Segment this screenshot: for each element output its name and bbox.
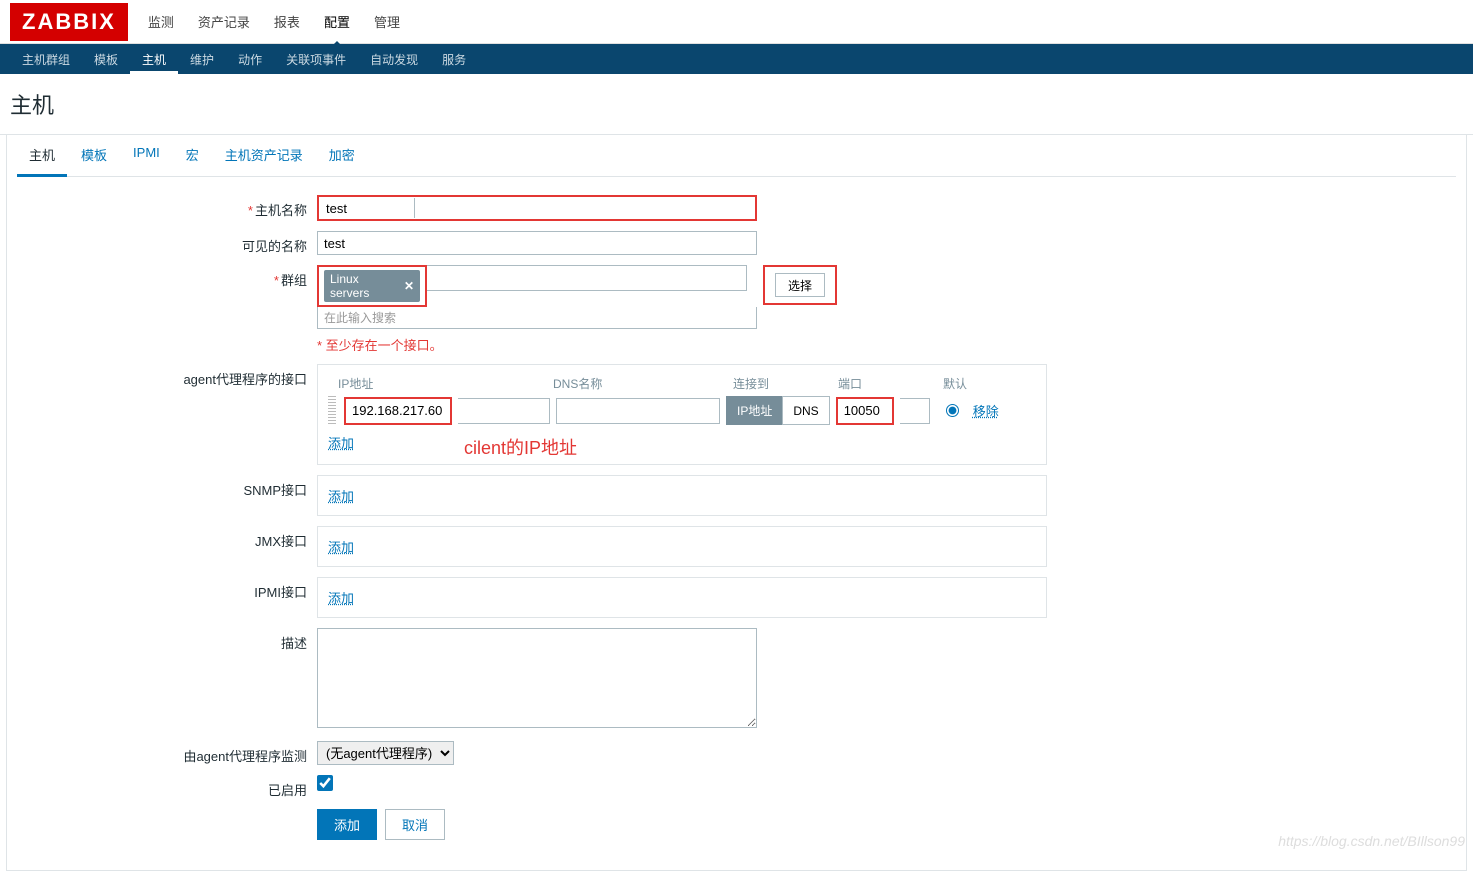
annotation-client-ip: cilent的IP地址: [464, 434, 577, 460]
topnav-configuration[interactable]: 配置: [314, 2, 360, 41]
subnav-services[interactable]: 服务: [430, 45, 478, 74]
drag-handle-icon[interactable]: [328, 396, 336, 425]
logo: ZABBIX: [10, 3, 128, 41]
topnav-inventory[interactable]: 资产记录: [188, 2, 260, 41]
agent-interface-section: IP地址 DNS名称 连接到 端口 默认 IP地址 DNS 移: [317, 364, 1047, 465]
submit-add-button[interactable]: 添加: [317, 809, 377, 840]
group-tag: Linux servers✕: [324, 270, 420, 302]
groups-search-hint[interactable]: 在此输入搜索: [317, 307, 757, 329]
cancel-button[interactable]: 取消: [385, 809, 445, 840]
watermark: https://blog.csdn.net/BIllson99: [1278, 833, 1465, 849]
page-title: 主机: [0, 74, 1473, 135]
tab-host[interactable]: 主机: [17, 135, 67, 177]
add-ipmi-interface-link[interactable]: 添加: [328, 588, 354, 607]
form-tabs: 主机 模板 IPMI 宏 主机资产记录 加密: [17, 135, 1456, 177]
port-input[interactable]: [838, 399, 892, 423]
ip-input-ext[interactable]: [458, 398, 550, 424]
sub-nav: 主机群组 模板 主机 维护 动作 关联项事件 自动发现 服务: [0, 44, 1473, 74]
label-ipmi-iface: IPMI接口: [17, 577, 317, 601]
label-snmp-iface: SNMP接口: [17, 475, 317, 499]
jmx-interface-section: 添加: [317, 526, 1047, 567]
default-interface-radio[interactable]: [946, 404, 959, 417]
header-conn: 连接到: [733, 375, 838, 392]
connect-dns-button[interactable]: DNS: [782, 396, 829, 425]
topnav-administration[interactable]: 管理: [364, 2, 410, 41]
add-jmx-interface-link[interactable]: 添加: [328, 537, 354, 556]
top-nav: ZABBIX 监测 资产记录 报表 配置 管理: [0, 0, 1473, 44]
header-dns: DNS名称: [553, 375, 733, 392]
label-proxy: 由agent代理程序监测: [17, 741, 317, 765]
subnav-discovery[interactable]: 自动发现: [358, 45, 430, 74]
label-jmx-iface: JMX接口: [17, 526, 317, 550]
port-input-ext[interactable]: [900, 398, 930, 424]
header-port: 端口: [838, 375, 943, 392]
header-default: 默认: [943, 375, 1003, 392]
subnav-actions[interactable]: 动作: [226, 45, 274, 74]
hostname-input-ext[interactable]: [414, 198, 754, 218]
header-ip: IP地址: [328, 375, 553, 392]
dns-input[interactable]: [556, 398, 720, 424]
proxy-select[interactable]: (无agent代理程序): [317, 741, 454, 765]
topnav-reports[interactable]: 报表: [264, 2, 310, 41]
subnav-templates[interactable]: 模板: [82, 45, 130, 74]
groups-tagbox[interactable]: Linux servers✕: [320, 268, 424, 304]
tab-macros[interactable]: 宏: [174, 135, 211, 176]
subnav-maintenance[interactable]: 维护: [178, 45, 226, 74]
subnav-hosts[interactable]: 主机: [130, 45, 178, 74]
select-groups-button[interactable]: 选择: [775, 273, 825, 297]
label-description: 描述: [17, 628, 317, 652]
visiblename-input[interactable]: [317, 231, 757, 255]
hostname-input[interactable]: [320, 198, 414, 218]
label-hostname: *主机名称: [17, 195, 317, 219]
connect-to-toggle: IP地址 DNS: [726, 396, 830, 425]
connect-ip-button[interactable]: IP地址: [726, 396, 782, 425]
add-agent-interface-link[interactable]: 添加: [328, 433, 354, 452]
tab-templates[interactable]: 模板: [69, 135, 119, 176]
subnav-hostgroups[interactable]: 主机群组: [10, 45, 82, 74]
subnav-correlation[interactable]: 关联项事件: [274, 45, 358, 74]
ip-input[interactable]: [346, 399, 450, 423]
remove-interface-link[interactable]: 移除: [973, 401, 999, 420]
label-groups: *群组: [17, 265, 317, 289]
tab-encryption[interactable]: 加密: [317, 135, 367, 176]
topnav-monitoring[interactable]: 监测: [138, 2, 184, 41]
tab-ipmi[interactable]: IPMI: [121, 135, 172, 176]
interface-error: 至少存在一个接口。: [317, 335, 1047, 354]
topnav-items: 监测 资产记录 报表 配置 管理: [138, 2, 410, 41]
ipmi-interface-section: 添加: [317, 577, 1047, 618]
label-agent-iface: agent代理程序的接口: [17, 364, 317, 388]
enabled-checkbox[interactable]: [317, 775, 333, 791]
tab-inventory[interactable]: 主机资产记录: [213, 135, 315, 176]
form-container: 主机 模板 IPMI 宏 主机资产记录 加密 *主机名称 可见的名称 *群组 L…: [6, 135, 1467, 871]
label-visiblename: 可见的名称: [17, 231, 317, 255]
snmp-interface-section: 添加: [317, 475, 1047, 516]
add-snmp-interface-link[interactable]: 添加: [328, 486, 354, 505]
description-textarea[interactable]: [317, 628, 757, 728]
remove-tag-icon[interactable]: ✕: [404, 279, 414, 293]
agent-interface-row: IP地址 DNS 移除: [328, 396, 1036, 425]
label-enabled: 已启用: [17, 775, 317, 799]
